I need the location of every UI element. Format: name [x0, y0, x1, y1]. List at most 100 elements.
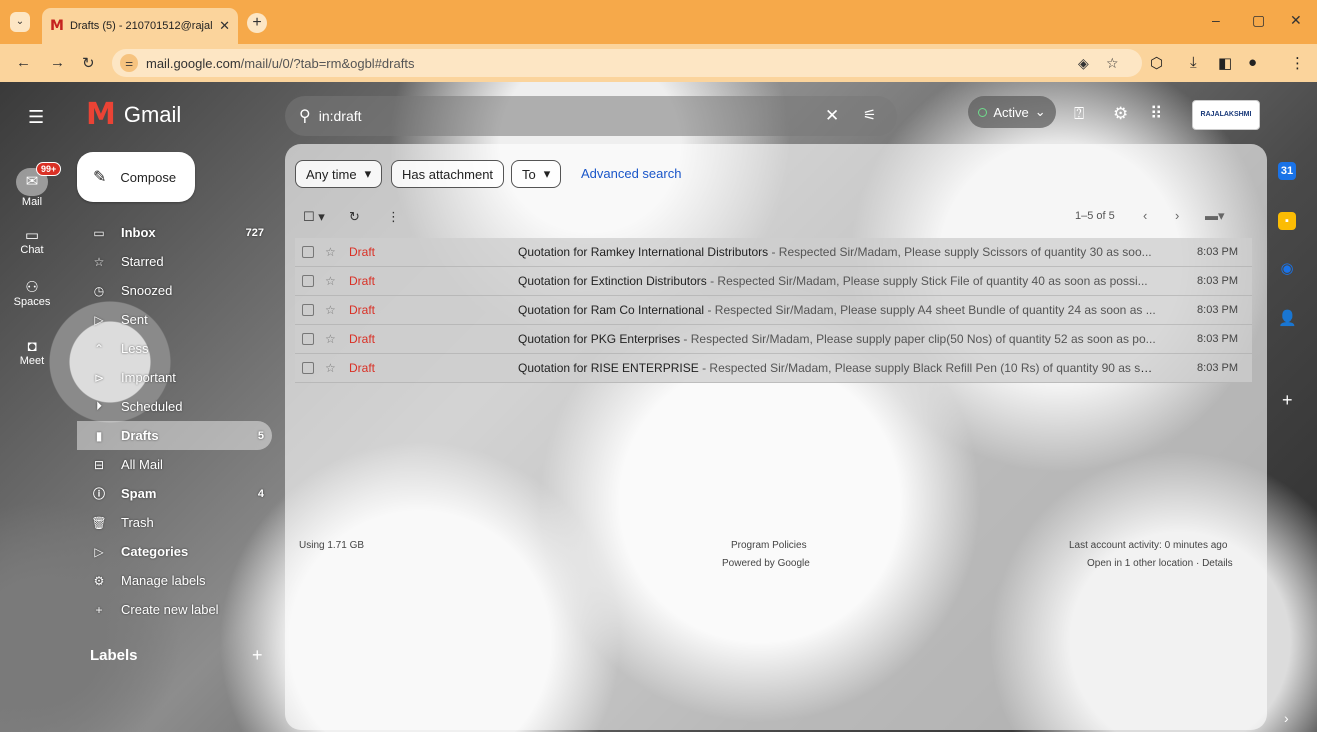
help-icon[interactable]: ⍰ [1074, 104, 1084, 124]
advanced-search-link[interactable]: Advanced search [581, 166, 681, 181]
pagination-text: 1–5 of 5 [1075, 210, 1115, 222]
forward-icon[interactable]: → [50, 54, 65, 71]
program-policies-link[interactable]: Program Policies [731, 540, 807, 551]
gmail-logo[interactable]: M Gmail [86, 100, 181, 130]
keyboard-icon[interactable]: ▬▾ [1205, 208, 1225, 224]
table-row[interactable]: ☆ Draft Quotation for Extinction Distribut… [295, 267, 1252, 296]
next-page-icon[interactable]: › [1175, 208, 1179, 223]
nav-item-less[interactable]: ⌃ Less [77, 334, 272, 363]
apps-grid-icon[interactable]: ⠿ [1150, 104, 1162, 124]
nav-item-count: 4 [257, 487, 264, 500]
row-checkbox[interactable] [302, 304, 314, 316]
draft-tag: Draft [349, 245, 376, 259]
download-icon[interactable]: ⤓ [1190, 54, 1197, 71]
keep-icon[interactable]: ▪ [1278, 212, 1296, 230]
row-checkbox[interactable] [302, 275, 314, 287]
select-all-checkbox[interactable]: ☐ ▾ [303, 209, 325, 225]
nav-item-snoozed[interactable]: ◷ Snoozed [77, 276, 272, 305]
browser-tab-gmail[interactable]: M Drafts (5) - 210701512@rajalaks ✕ [42, 8, 238, 44]
extensions-icon[interactable]: ⬡ [1150, 54, 1163, 72]
categories-icon: ▷ [94, 544, 104, 559]
search-options-icon[interactable]: ⚟ [863, 106, 876, 124]
reload-icon[interactable]: ↻ [82, 54, 95, 72]
nav-item-scheduled[interactable]: ⏵ Scheduled [77, 392, 272, 421]
mail-unread-badge: 99+ [36, 162, 62, 176]
nav-item-starred[interactable]: ☆ Starred [77, 247, 272, 276]
message-snippet: - Respected Sir/Madam, Please supply Sci… [768, 245, 1152, 259]
tracking-icon[interactable]: ◈ [1078, 55, 1089, 72]
message-time: 8:03 PM [1197, 362, 1238, 374]
row-checkbox[interactable] [302, 333, 314, 345]
table-row[interactable]: ☆ Draft Quotation for PKG Enterprises - Re… [295, 325, 1252, 354]
star-icon[interactable]: ☆ [325, 303, 336, 317]
clear-search-icon[interactable]: ✕ [825, 106, 839, 126]
nav-item-drafts[interactable]: ▮ Drafts 5 [77, 421, 272, 450]
site-info-icon[interactable]: ⚌ [120, 54, 138, 72]
nav-item-manage-labels[interactable]: ⚙ Manage labels [77, 566, 272, 595]
row-checkbox[interactable] [302, 246, 314, 258]
prev-page-icon[interactable]: ‹ [1143, 208, 1147, 223]
tasks-icon[interactable]: ◉ [1278, 260, 1296, 278]
nav-item-important[interactable]: ⊳ Important [77, 363, 272, 392]
sidepanel-icon[interactable]: ◧ [1218, 54, 1232, 72]
search-bar[interactable]: ⚲ in:draft ✕ ⚟ [285, 96, 897, 136]
nav-item-inbox[interactable]: ▭ Inbox 727 [77, 218, 272, 247]
nav-item-categories[interactable]: ▷ Categories [77, 537, 272, 566]
tab-search-icon[interactable]: ⌄ [10, 12, 30, 32]
back-icon[interactable]: ← [16, 54, 31, 71]
refresh-icon[interactable]: ↻ [349, 209, 360, 225]
menu-kebab-icon[interactable]: ⋮ [1290, 54, 1305, 72]
show-side-panel-icon[interactable]: › [1284, 710, 1289, 726]
has-attachment-filter[interactable]: Has attachment [391, 160, 505, 188]
org-logo[interactable]: RAJALAKSHMI [1192, 100, 1260, 130]
contacts-icon[interactable]: 👤 [1278, 310, 1297, 328]
message-snippet: - Respected Sir/Madam, Please supply Bla… [698, 361, 1158, 375]
labels-header: Labels [90, 647, 138, 664]
calendar-icon[interactable]: 31 [1278, 162, 1296, 180]
rail-spaces[interactable]: ⚇ Spaces [0, 278, 64, 308]
nav-item-sent[interactable]: ▷ Sent [77, 305, 272, 334]
star-icon[interactable]: ☆ [325, 274, 336, 288]
star-icon[interactable]: ☆ [325, 245, 336, 259]
add-label-icon[interactable]: + [252, 645, 263, 666]
star-icon[interactable]: ☆ [325, 361, 336, 375]
star-icon[interactable]: ☆ [325, 332, 336, 346]
gmail-app: ☰ M Gmail ⚲ in:draft ✕ ⚟ Active ⌄ ⍰ ⚙ ⠿ … [0, 82, 1317, 732]
minimize-icon[interactable]: – [1212, 12, 1220, 28]
restore-icon[interactable]: ▢ [1252, 12, 1265, 29]
new-tab-icon[interactable]: + [247, 13, 267, 33]
main-menu-icon[interactable]: ☰ [28, 107, 44, 128]
tab-close-icon[interactable]: ✕ [219, 18, 230, 34]
nav-item-all-mail[interactable]: ⊟ All Mail [77, 450, 272, 479]
star-icon: ☆ [93, 254, 105, 269]
to-filter[interactable]: To ▾ [511, 160, 562, 188]
profile-icon[interactable]: ● [1248, 54, 1257, 71]
row-checkbox[interactable] [302, 362, 314, 374]
get-addons-icon[interactable]: + [1282, 390, 1293, 411]
table-row[interactable]: ☆ Draft Quotation for Ram Co International… [295, 296, 1252, 325]
rail-mail[interactable]: ✉ 99+ Mail [0, 162, 64, 208]
more-options-icon[interactable]: ⋮ [387, 209, 400, 225]
spam-icon: ⓘ [92, 487, 105, 501]
table-row[interactable]: ☆ Draft Quotation for Ramkey International… [295, 238, 1252, 267]
nav-item-label: Important [121, 370, 176, 385]
settings-gear-icon[interactable]: ⚙ [1113, 104, 1128, 124]
close-window-icon[interactable]: ✕ [1290, 12, 1302, 29]
bookmark-star-icon[interactable]: ☆ [1106, 55, 1119, 72]
nav-item-spam[interactable]: ⓘ Spam 4 [77, 479, 272, 508]
rail-meet[interactable]: ◘ Meet [0, 338, 64, 367]
any-time-filter[interactable]: Any time ▾ [295, 160, 383, 188]
nav-item-create-new-label[interactable]: + Create new label [77, 595, 272, 624]
search-input[interactable]: in:draft [319, 108, 362, 124]
all-mail-icon: ⊟ [93, 457, 105, 472]
send-icon: ▷ [94, 312, 104, 327]
address-bar[interactable]: ⚌ mail.google.com/mail/u/0/?tab=rm&ogbl#… [112, 49, 1142, 77]
nav-item-trash[interactable]: 🗑 Trash [77, 508, 272, 537]
search-icon[interactable]: ⚲ [299, 106, 311, 126]
table-row[interactable]: ☆ Draft Quotation for RISE ENTERPRISE - Re… [295, 354, 1252, 383]
rail-chat[interactable]: ▭ Chat [0, 226, 64, 256]
compose-button[interactable]: ✎ Compose [77, 152, 195, 202]
spaces-icon: ⚇ [25, 279, 39, 296]
other-location-details-link[interactable]: Open in 1 other location · Details [1087, 558, 1233, 569]
status-button[interactable]: Active ⌄ [968, 96, 1056, 128]
